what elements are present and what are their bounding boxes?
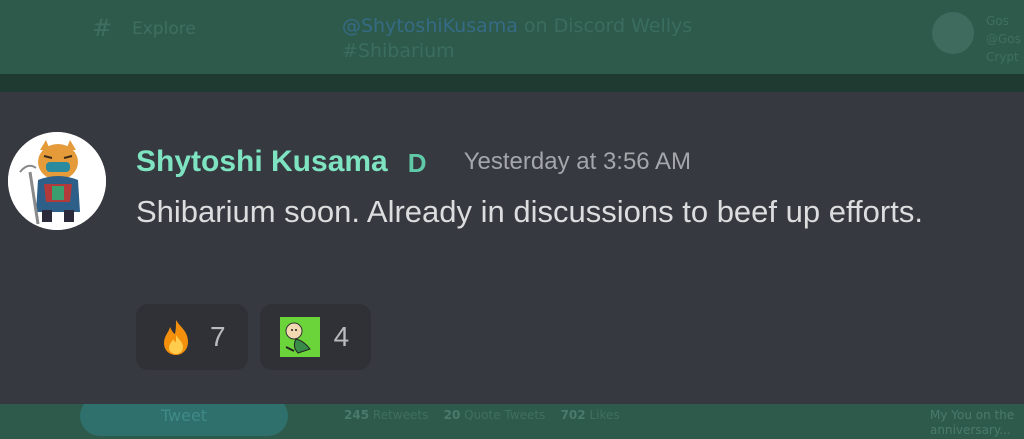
reaction-custom-count: 4 [333,321,350,352]
trend-note[interactable]: My You on the anniversary... [930,408,1014,438]
reactions-bar: 7 4 [136,304,372,370]
message-text: Shibarium soon. Already in discussions t… [136,194,923,229]
reaction-fire[interactable]: 7 [136,304,248,370]
hashtag-link[interactable]: #Shibarium [342,40,455,62]
reaction-custom[interactable]: 4 [259,304,372,370]
profile-summary: Gos @Gos Crypt [986,12,1021,66]
mention-link[interactable]: @ShytoshiKusama [342,15,518,37]
likes-count: 702 [560,408,586,422]
explore-nav-label[interactable]: Explore [132,19,196,39]
profile-name: Gos [986,14,1009,28]
reaction-fire-count: 7 [210,321,226,352]
profile-avatar[interactable] [932,12,974,54]
tiger-avatar-icon [8,132,106,230]
quotes-label[interactable]: Quote Tweets [464,408,545,422]
profile-handle: @Gos [986,32,1021,46]
discord-message-card: Shytoshi Kusama D Yesterday at 3:56 AM S… [0,92,1024,404]
background-tweet-footer: Tweet 245 Retweets 20 Quote Tweets 702 L… [0,396,1024,439]
retweets-count: 245 [344,408,370,422]
custom-character-emoji-icon [279,317,320,357]
likes-label[interactable]: Likes [589,408,619,422]
message-timestamp: Yesterday at 3:56 AM [463,148,691,175]
profile-bio: Crypt [986,50,1019,64]
trend-note-line2: anniversary... [930,423,1011,437]
username[interactable]: Shytoshi Kusama [136,145,388,179]
tweet-stats: 245 Retweets 20 Quote Tweets 702 Likes [344,408,620,422]
retweets-label[interactable]: Retweets [373,408,428,422]
background-tweet-header: # Explore @ShytoshiKusama on Discord Wel… [0,0,1024,74]
message-header: Shytoshi Kusama D Yesterday at 3:56 AM [136,142,691,182]
fire-emoji-icon [164,320,188,355]
trend-note-line1: My You on the [930,408,1015,422]
background-tweet-text: @ShytoshiKusama on Discord Wellys #Shiba… [342,14,692,64]
quotes-count: 20 [443,408,461,422]
server-badge-icon[interactable]: D [408,148,434,178]
user-avatar[interactable] [8,132,106,230]
tweet-text-suffix: on Discord Wellys [517,15,693,37]
hashtag-icon: # [92,14,113,42]
